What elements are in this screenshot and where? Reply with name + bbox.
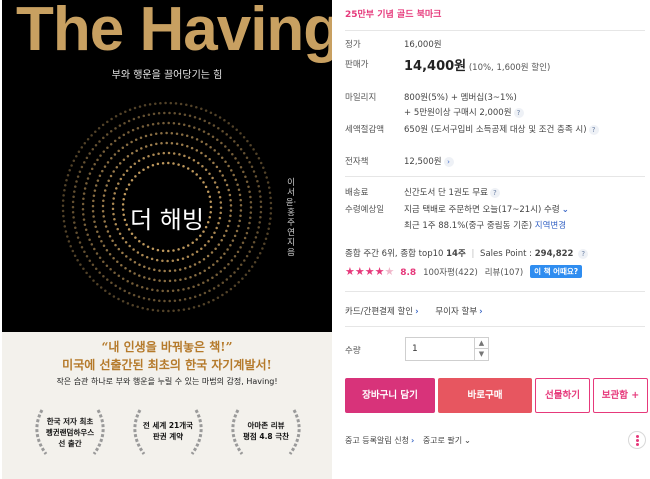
- sale-price-value: 14,400원: [404, 59, 467, 74]
- add-to-cart-button[interactable]: 장바구니 담기: [345, 378, 435, 413]
- list-price-value: 16,000원: [404, 40, 442, 50]
- sell-used-link[interactable]: 중고로 팔기: [423, 436, 462, 445]
- mileage-label: 마일리지: [345, 93, 377, 103]
- chevron-down-icon[interactable]: ⌄: [562, 205, 569, 215]
- footer-links: 중고 등록알림 신청 › 중고로 팔기 ⌄: [345, 435, 471, 446]
- used-alert-link[interactable]: 중고 등록알림 신청: [345, 436, 409, 445]
- award-badge: 아마존 리뷰 평점 4.8 극찬: [224, 404, 308, 460]
- sale-price-label: 판매가: [345, 60, 369, 70]
- mileage-line1: 800원(5%) + 멤버십(3~1%): [404, 93, 517, 103]
- review-count[interactable]: 리뷰(107): [485, 268, 524, 278]
- award-line: 한국 저자 최초: [46, 417, 94, 426]
- star-icon: ★: [374, 265, 385, 278]
- tax-value-wrap: 650원 (도서구입비 소득공제 대상 및 조건 충족 시)?: [404, 123, 599, 135]
- cover-quote-main: “내 인생을 바꿔놓은 책!”: [101, 340, 233, 354]
- ebook-value-wrap[interactable]: 12,500원 ›: [404, 155, 454, 167]
- gift-button[interactable]: 선물하기: [535, 378, 590, 413]
- shipping-fee-value: 신간도서 단 1권도 무료: [404, 188, 488, 198]
- divider: [345, 326, 645, 327]
- quantity-input[interactable]: 1: [412, 344, 418, 354]
- delivery-note: 최근 1주 88.1%(중구 중림동 기준): [404, 221, 533, 231]
- review-badge[interactable]: 이 책 어때요?: [530, 265, 583, 278]
- cover-subtitle: 부와 행운을 끌어당기는 힘: [111, 70, 223, 81]
- award-line: 아마존 리뷰: [247, 421, 285, 430]
- delivery-eta-wrap: 지금 택배로 주문하면 오늘(17~21시) 수령 ⌄: [404, 203, 569, 215]
- help-icon[interactable]: ?: [489, 187, 500, 198]
- list-price-label: 정가: [345, 40, 361, 50]
- sale-price-note: (10%, 1,600원 할인): [468, 63, 551, 73]
- award-badge: 전 세계 21개국 판권 계약: [126, 404, 210, 460]
- rating-score: 8.8: [400, 268, 417, 278]
- help-icon[interactable]: ?: [513, 107, 524, 118]
- help-icon[interactable]: ?: [588, 124, 599, 135]
- award-line: 선 출간: [58, 439, 82, 448]
- cover-light-area: “내 인생을 바꿔놓은 책!” 미국에 선출간된 최초의 한국 자기계발서! 작…: [2, 332, 332, 479]
- tax-value: 650원 (도서구입비 소득공제 대상 및 조건 충족 시): [404, 125, 587, 135]
- divider: [345, 176, 645, 177]
- cover-korean-title: 더 해빙: [130, 206, 204, 234]
- sales-point-value: 294,822: [534, 249, 574, 259]
- ranking-weeks: 14주: [446, 249, 466, 259]
- award-badge: 한국 저자 최초 펭귄랜덤하우스 선 출간: [28, 404, 112, 460]
- star-half-icon: ★: [384, 265, 395, 278]
- cover-author: 이서윤·홍주연 지음: [285, 178, 297, 258]
- shipping-fee-label: 배송료: [345, 188, 369, 198]
- ranking-row: 종합 주간 6위, 종합 top10 14주 | Sales Point : 2…: [345, 247, 650, 259]
- divider: [345, 30, 645, 31]
- delivery-eta-label: 수령예상일: [345, 205, 385, 215]
- star-icon: ★: [354, 265, 365, 278]
- award-line: 평점 4.8 극찬: [242, 432, 290, 441]
- ebook-value[interactable]: 12,500원: [404, 157, 442, 167]
- buy-now-button[interactable]: 바로구매: [438, 378, 532, 413]
- award-line: 펭귄랜덤하우스: [45, 428, 95, 437]
- cover-english-title: The Having: [16, 0, 332, 64]
- chevron-right-icon[interactable]: ›: [411, 436, 414, 445]
- ebook-label: 전자책: [345, 157, 369, 167]
- mileage-line2-wrap: + 5만원이상 구매시 2,000원?: [404, 106, 524, 118]
- chevron-down-icon[interactable]: ⌄: [464, 436, 471, 445]
- wishlist-button[interactable]: 보관함 +: [593, 378, 648, 413]
- cover-quote-sub: 미국에 선출간된 최초의 한국 자기계발서!: [62, 358, 272, 372]
- delivery-eta-value: 지금 택배로 주문하면 오늘(17~21시) 수령: [404, 205, 560, 215]
- divider: [345, 291, 645, 292]
- more-options-icon[interactable]: [628, 431, 646, 449]
- interest-free-link[interactable]: 무이자 할부: [435, 307, 477, 317]
- discount-links-row: 카드/간편결제 할인 › 무이자 할부 ›: [345, 305, 650, 317]
- chevron-right-icon[interactable]: ›: [479, 307, 483, 317]
- chevron-right-icon[interactable]: ›: [415, 307, 419, 317]
- chevron-right-icon[interactable]: ›: [443, 156, 454, 167]
- short-review-count[interactable]: 100자평(422): [423, 268, 478, 278]
- award-line: 판권 계약: [152, 432, 184, 441]
- star-icon: ★: [364, 265, 375, 278]
- book-cover-image[interactable]: The Having 부와 행운을 끌어당기는 힘 더 해빙 이서윤·홍주연 지…: [2, 0, 332, 479]
- tax-label: 세액절감액: [345, 125, 385, 135]
- separator: |: [471, 249, 475, 259]
- ranking-text[interactable]: 종합 주간 6위, 종합 top10: [345, 249, 443, 259]
- shipping-fee-wrap: 신간도서 단 1권도 무료?: [404, 186, 500, 198]
- sales-point-label: Sales Point :: [480, 249, 533, 259]
- sale-price-wrap: 14,400원 (10%, 1,600원 할인): [404, 55, 550, 74]
- star-icon: ★: [345, 265, 355, 278]
- cover-dark-area: The Having 부와 행운을 끌어당기는 힘 더 해빙 이서윤·홍주연 지…: [2, 0, 332, 332]
- promo-banner[interactable]: 25만부 기념 골드 북마크: [345, 7, 441, 20]
- award-line: 전 세계 21개국: [142, 421, 194, 430]
- card-discount-link[interactable]: 카드/간편결제 할인: [345, 307, 413, 317]
- mileage-line2: + 5만원이상 구매시 2,000원: [404, 108, 512, 118]
- help-icon[interactable]: ?: [578, 248, 589, 259]
- region-change-link[interactable]: 지역변경: [535, 221, 566, 231]
- quantity-stepper[interactable]: 1 ▲ ▼: [405, 337, 489, 361]
- rating-row: ★★★★★ 8.8 100자평(422) 리뷰(107) 이 책 어때요?: [345, 265, 650, 279]
- quantity-up-button[interactable]: ▲: [474, 338, 488, 349]
- delivery-note-wrap: 최근 1주 88.1%(중구 중림동 기준) 지역변경: [404, 219, 566, 231]
- quantity-down-button[interactable]: ▼: [474, 349, 488, 360]
- cover-tagline: 작은 습관 하나로 부와 행운을 누릴 수 있는 마법의 감정, Having!: [56, 377, 278, 386]
- quantity-label: 수량: [345, 346, 361, 356]
